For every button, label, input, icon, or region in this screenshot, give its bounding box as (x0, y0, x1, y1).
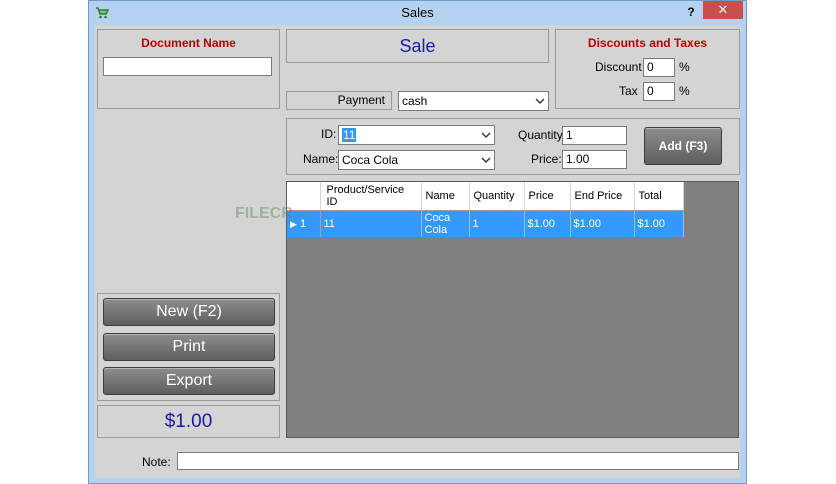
close-button[interactable]: ✕ (703, 1, 743, 19)
document-name-title: Document Name (141, 36, 236, 50)
window-title: Sales (401, 5, 434, 20)
payment-label: Payment (286, 91, 392, 110)
note-label: Note: (142, 455, 171, 469)
discount-percent: % (679, 60, 690, 74)
discounts-panel: Discounts and Taxes Discount 0 % Tax 0 % (555, 29, 740, 109)
price-label: Price: (531, 152, 562, 166)
items-table: Product/Service ID Name Quantity Price E… (287, 182, 684, 237)
col-header-total[interactable]: Total (634, 182, 684, 211)
tax-label: Tax (619, 84, 638, 98)
cell-name[interactable]: Coca Cola (421, 210, 470, 237)
name-select[interactable]: Coca Cola (338, 150, 495, 170)
payment-select[interactable]: cash (398, 91, 549, 111)
help-button[interactable]: ? (681, 3, 701, 21)
cell-product-id[interactable]: 11 (320, 210, 422, 237)
sales-window: Sales ? ✕ Document Name Sale Payment cas… (88, 0, 747, 484)
note-input[interactable] (177, 452, 739, 470)
discounts-title: Discounts and Taxes (587, 36, 708, 50)
sale-header: Sale (286, 29, 549, 63)
tax-percent: % (679, 84, 690, 98)
export-button[interactable]: Export (103, 367, 275, 395)
payment-value: cash (402, 94, 428, 108)
new-button[interactable]: New (F2) (103, 298, 275, 326)
name-value: Coca Cola (342, 153, 399, 167)
items-grid[interactable]: Product/Service ID Name Quantity Price E… (286, 181, 739, 438)
cell-end-price[interactable]: $1.00 (570, 210, 635, 237)
col-header-price[interactable]: Price (524, 182, 571, 211)
title-bar: Sales ? ✕ (89, 1, 746, 25)
document-name-input[interactable] (103, 57, 272, 76)
print-button[interactable]: Print (103, 333, 275, 361)
tax-input[interactable]: 0 (643, 82, 675, 101)
cell-total[interactable]: $1.00 (634, 210, 684, 237)
chevron-down-icon (535, 98, 545, 104)
col-header-quantity[interactable]: Quantity (469, 182, 525, 211)
col-header-end-price[interactable]: End Price (570, 182, 635, 211)
col-header-product-id[interactable]: Product/Service ID (320, 182, 422, 211)
id-label: ID: (321, 127, 337, 141)
watermark-logo: FILECR.com (235, 205, 312, 223)
quantity-input[interactable]: 1 (562, 126, 627, 145)
discount-label: Discount (595, 60, 642, 74)
grand-total: $1.00 (97, 405, 280, 438)
id-value: 11 (342, 128, 357, 142)
entry-panel: ID: 11 Name: Coca Cola Quantity: 1 Price… (286, 118, 740, 175)
cell-quantity[interactable]: 1 (469, 210, 525, 237)
actions-panel: New (F2) Print Export (97, 293, 280, 401)
price-input[interactable]: 1.00 (562, 150, 627, 169)
name-label: Name: (303, 152, 339, 166)
discount-input[interactable]: 0 (643, 58, 675, 77)
chevron-down-icon (481, 132, 491, 138)
document-name-panel: Document Name (97, 29, 280, 109)
add-button[interactable]: Add (F3) (644, 127, 722, 165)
client-area: Document Name Sale Payment cash Discount… (95, 25, 740, 478)
watermark-text: FILECR (235, 205, 293, 222)
grid-header-row: Product/Service ID Name Quantity Price E… (287, 182, 684, 211)
table-row[interactable]: ▶ 1 11 Coca Cola 1 $1.00 $1.00 $1.00 (287, 210, 684, 237)
cell-price[interactable]: $1.00 (524, 210, 571, 237)
id-select[interactable]: 11 (338, 125, 495, 145)
col-header-name[interactable]: Name (421, 182, 470, 211)
quantity-label: Quantity: (518, 128, 567, 142)
watermark-suffix: .com (292, 210, 313, 220)
chevron-down-icon (481, 157, 491, 163)
